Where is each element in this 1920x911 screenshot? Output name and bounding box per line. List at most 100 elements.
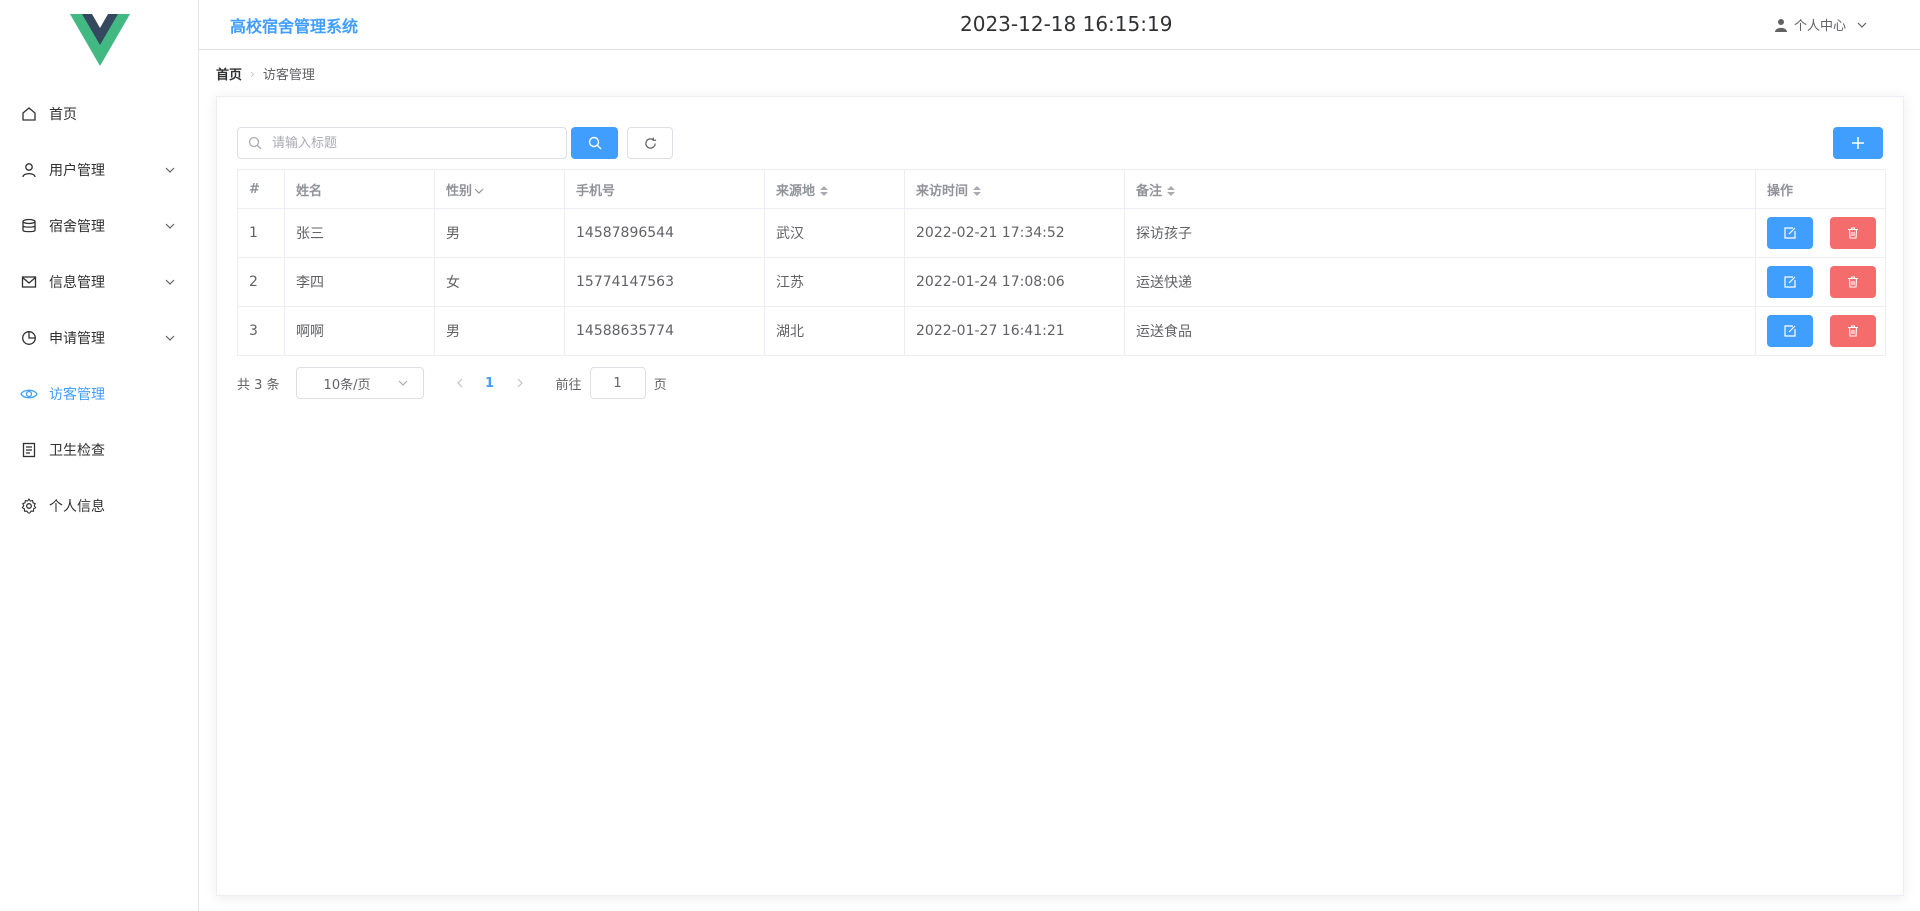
prev-page-button[interactable] (446, 369, 474, 397)
trash-icon (1848, 276, 1859, 288)
edit-button[interactable] (1767, 266, 1813, 298)
app-title: 高校宿舍管理系统 (230, 17, 359, 36)
sidebar-item-label: 信息管理 (49, 275, 105, 291)
table-row: 2 李四 女 15774147563 江苏 2022-01-24 17:08:0… (237, 257, 1886, 307)
column-header-label: 操作 (1767, 183, 1794, 199)
search-input[interactable] (270, 134, 554, 152)
column-header-index: # (237, 169, 285, 209)
cell-index: 2 (237, 257, 285, 307)
column-header-label: 性别 (446, 183, 473, 199)
visitor-table: # 姓名 性别 手机号 来源地 来访时间 备注 操作 1 张三 男 145878… (237, 169, 1886, 356)
goto-page-input[interactable] (589, 367, 646, 399)
search-box[interactable] (237, 127, 567, 159)
sidebar-item-label: 访客管理 (49, 387, 105, 403)
sidebar-item-label: 用户管理 (49, 163, 105, 179)
cell-origin: 江苏 (764, 257, 905, 307)
mail-icon (20, 273, 38, 291)
breadcrumb-separator-icon: › (250, 66, 255, 81)
sidebar-item-visitors[interactable]: 访客管理 (0, 366, 198, 422)
cell-index: 1 (237, 208, 285, 258)
table-row: 1 张三 男 14587896544 武汉 2022-02-21 17:34:5… (237, 208, 1886, 258)
filter-chevron-icon[interactable] (474, 186, 484, 196)
sort-icon[interactable] (972, 185, 982, 197)
search-button[interactable] (571, 127, 618, 159)
cell-remark: 探访孩子 (1124, 208, 1756, 258)
edit-button[interactable] (1767, 217, 1813, 249)
column-header-label: 姓名 (296, 183, 323, 199)
document-icon (20, 441, 38, 459)
cell-gender: 男 (434, 306, 565, 356)
search-icon (588, 136, 601, 150)
column-header-gender[interactable]: 性别 (434, 169, 565, 209)
column-header-remark[interactable]: 备注 (1124, 169, 1756, 209)
edit-icon (1784, 227, 1796, 239)
sidebar-item-hygiene[interactable]: 卫生检查 (0, 422, 198, 478)
home-icon (20, 105, 38, 123)
sidebar-item-messages[interactable]: 信息管理 (0, 254, 198, 310)
cell-phone: 15774147563 (564, 257, 765, 307)
cell-visit-time: 2022-02-21 17:34:52 (904, 208, 1125, 258)
trash-icon (1848, 325, 1859, 337)
chevron-left-icon (456, 378, 462, 388)
vue-logo (70, 14, 130, 66)
table-row: 3 啊啊 男 14588635774 湖北 2022-01-27 16:41:2… (237, 306, 1886, 356)
column-header-label: 备注 (1136, 183, 1163, 199)
edit-button[interactable] (1767, 315, 1813, 347)
cell-remark: 运送快递 (1124, 257, 1756, 307)
user-center-label: 个人中心 (1793, 19, 1846, 34)
column-header-label: 手机号 (576, 183, 616, 199)
cell-phone: 14587896544 (564, 208, 765, 258)
column-header-visit-time[interactable]: 来访时间 (904, 169, 1125, 209)
refresh-button[interactable] (627, 127, 673, 159)
sidebar-item-users[interactable]: 用户管理 (0, 142, 198, 198)
cell-index: 3 (237, 306, 285, 356)
breadcrumb: 首页 › 访客管理 (216, 64, 315, 84)
sidebar-item-label: 卫生检查 (49, 443, 105, 459)
column-header-phone: 手机号 (564, 169, 765, 209)
sidebar-item-applications[interactable]: 申请管理 (0, 310, 198, 366)
sort-icon[interactable] (819, 185, 829, 197)
next-page-button[interactable] (506, 369, 534, 397)
cell-actions (1755, 306, 1886, 356)
plus-icon (1852, 137, 1864, 149)
user-center-menu[interactable]: 个人中心 (1774, 15, 1868, 34)
chevron-right-icon (517, 378, 523, 388)
pie-chart-icon (20, 329, 38, 347)
breadcrumb-current: 访客管理 (262, 68, 315, 83)
delete-button[interactable] (1830, 266, 1877, 298)
page-unit-label: 页 (653, 377, 667, 393)
page-number-current[interactable]: 1 (474, 376, 506, 391)
sidebar-item-profile[interactable]: 个人信息 (0, 478, 198, 534)
column-header-label: 来访时间 (916, 183, 969, 199)
delete-button[interactable] (1830, 315, 1877, 347)
search-icon (248, 136, 262, 150)
cell-actions (1755, 257, 1886, 307)
cell-phone: 14588635774 (564, 306, 765, 356)
cell-name: 张三 (284, 208, 435, 258)
clock: 2023-12-18 16:15:19 (960, 12, 1173, 36)
cell-remark: 运送食品 (1124, 306, 1756, 356)
page-size-value: 10条/页 (323, 377, 371, 393)
chevron-down-icon (1857, 22, 1867, 28)
cell-name: 李四 (284, 257, 435, 307)
sidebar-item-label: 申请管理 (49, 331, 105, 347)
main-card: # 姓名 性别 手机号 来源地 来访时间 备注 操作 1 张三 男 145878… (216, 96, 1904, 896)
database-icon (20, 217, 38, 235)
sidebar-item-label: 个人信息 (49, 499, 105, 515)
column-header-origin[interactable]: 来源地 (764, 169, 905, 209)
top-header: 高校宿舍管理系统 2023-12-18 16:15:19 个人中心 (199, 0, 1920, 50)
sidebar-item-dorms[interactable]: 宿舍管理 (0, 198, 198, 254)
sidebar-item-label: 宿舍管理 (49, 219, 105, 235)
goto-label: 前往 (555, 377, 582, 393)
edit-icon (1784, 276, 1796, 288)
chevron-down-icon (165, 335, 175, 341)
sidebar-item-home[interactable]: 首页 (0, 86, 198, 142)
page-size-select[interactable]: 10条/页 (295, 367, 424, 399)
add-button[interactable] (1833, 127, 1883, 159)
cell-name: 啊啊 (284, 306, 435, 356)
breadcrumb-home[interactable]: 首页 (216, 64, 242, 83)
sort-icon[interactable] (1166, 185, 1176, 197)
gear-icon (20, 497, 38, 515)
delete-button[interactable] (1830, 217, 1877, 249)
column-header-label: 来源地 (776, 183, 816, 199)
